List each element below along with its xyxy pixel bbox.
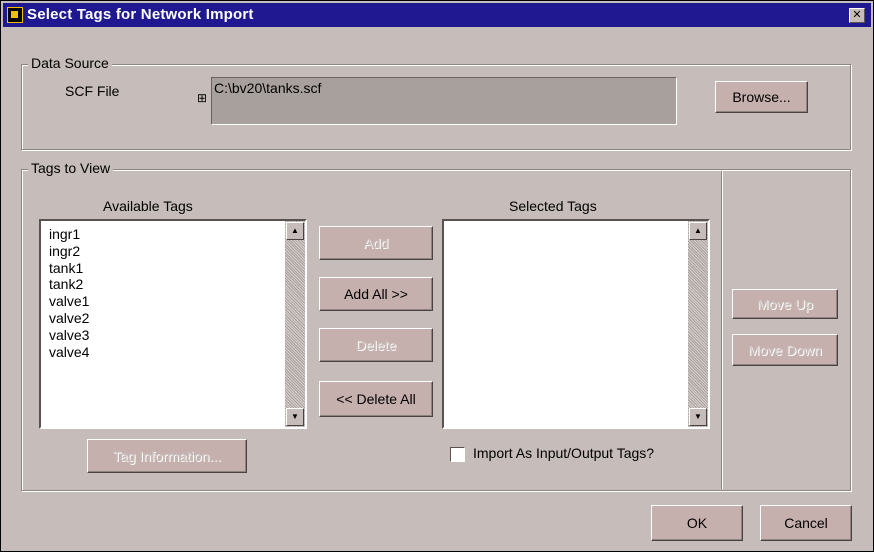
move-down-button[interactable]: Move Down — [732, 334, 838, 366]
list-item[interactable]: ingr2 — [49, 243, 89, 260]
tag-information-button[interactable]: Tag Information... — [87, 439, 247, 473]
list-item[interactable]: ingr1 — [49, 226, 89, 243]
browse-button[interactable]: Browse... — [715, 81, 808, 113]
scroll-down-icon[interactable]: ▼ — [689, 408, 707, 426]
selected-tags-label: Selected Tags — [509, 198, 597, 214]
right-panel-divider — [721, 171, 723, 489]
available-tags-scrollbar[interactable]: ▲ ▼ — [285, 221, 305, 427]
delete-button[interactable]: Delete — [319, 328, 433, 362]
tags-to-view-label: Tags to View — [28, 160, 114, 176]
scroll-up-icon[interactable]: ▲ — [689, 222, 707, 240]
selected-tags-scrollbar[interactable]: ▲ ▼ — [688, 221, 708, 427]
close-button[interactable]: ✕ — [849, 8, 865, 23]
list-item[interactable]: tank1 — [49, 260, 89, 277]
scroll-down-icon[interactable]: ▼ — [286, 408, 304, 426]
data-source-label: Data Source — [28, 55, 112, 71]
list-item[interactable]: valve3 — [49, 327, 89, 344]
ok-button[interactable]: OK — [651, 505, 743, 541]
scroll-up-icon[interactable]: ▲ — [286, 222, 304, 240]
list-item[interactable]: valve1 — [49, 293, 89, 310]
available-tags-items: ingr1 ingr2 tank1 tank2 valve1 valve2 va… — [49, 226, 89, 360]
cancel-button[interactable]: Cancel — [760, 505, 852, 541]
selected-tags-list[interactable]: ▲ ▼ — [442, 219, 710, 429]
available-tags-list[interactable]: ingr1 ingr2 tank1 tank2 valve1 valve2 va… — [39, 219, 307, 429]
add-all-button[interactable]: Add All >> — [319, 277, 433, 311]
delete-all-button[interactable]: << Delete All — [319, 381, 433, 417]
window-title: Select Tags for Network Import — [27, 6, 254, 23]
move-up-button[interactable]: Move Up — [732, 289, 838, 319]
title-bar[interactable]: Select Tags for Network Import ✕ — [3, 3, 871, 27]
app-icon — [7, 7, 23, 23]
list-item[interactable]: valve2 — [49, 310, 89, 327]
scf-file-field[interactable]: C:\bv20\tanks.scf — [211, 77, 677, 125]
list-item[interactable]: valve4 — [49, 344, 89, 361]
import-io-checkbox[interactable] — [450, 447, 465, 462]
available-tags-label: Available Tags — [103, 198, 193, 214]
import-io-label[interactable]: Import As Input/Output Tags? — [473, 445, 654, 461]
add-button[interactable]: Add — [319, 226, 433, 260]
scf-file-label: SCF File — [65, 83, 120, 99]
list-item[interactable]: tank2 — [49, 276, 89, 293]
select-tags-dialog: Select Tags for Network Import ✕ Data So… — [0, 0, 874, 552]
file-link-icon: ⊞ — [197, 91, 208, 105]
